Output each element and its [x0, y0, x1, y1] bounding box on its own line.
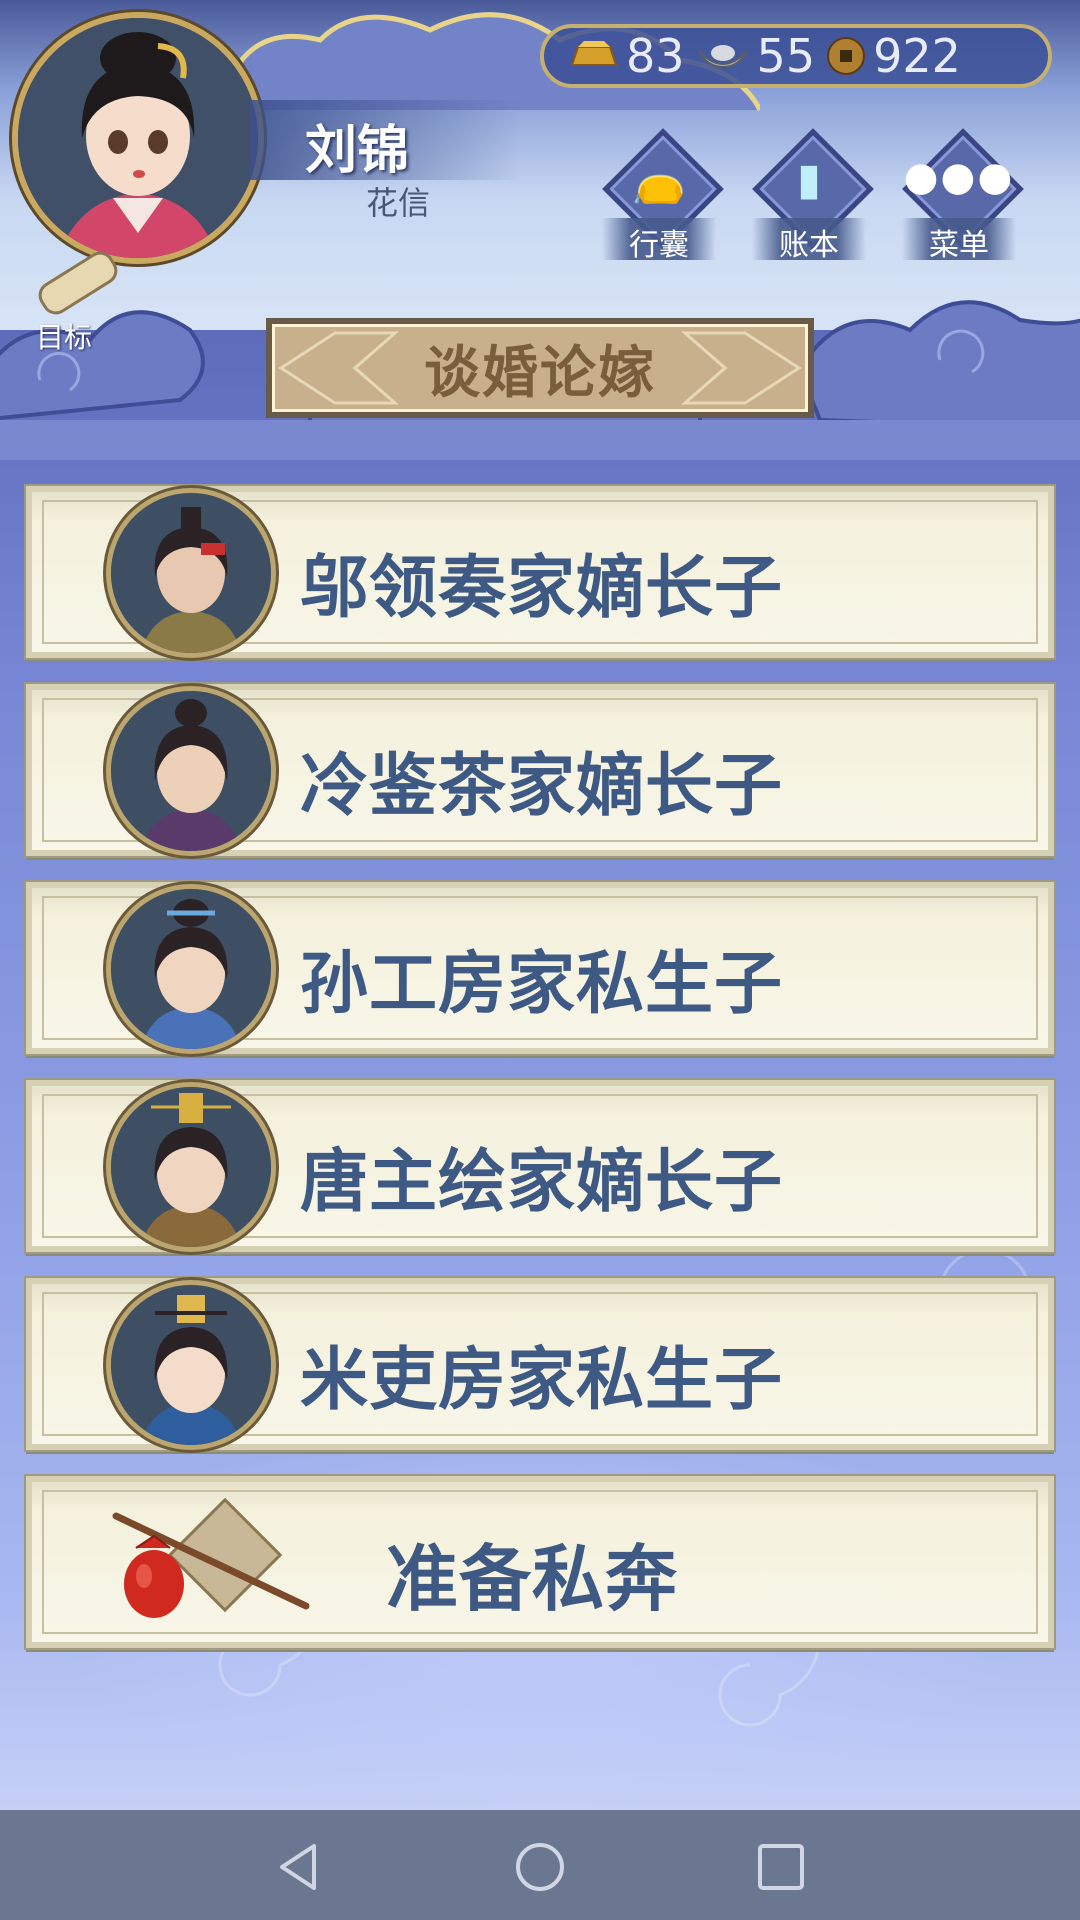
bag-button[interactable]: 👝 行囊 — [594, 128, 724, 263]
currency-bar: 83 55 922 — [540, 24, 1052, 88]
ledger-icon: ▮ — [796, 154, 822, 205]
elope-button[interactable]: 准备私奔 — [24, 1474, 1056, 1650]
back-icon[interactable] — [272, 1840, 326, 1894]
gold-bar-icon — [570, 41, 618, 66]
recents-icon[interactable] — [754, 1840, 808, 1894]
copper-currency: 922 — [825, 29, 961, 83]
candidate-portrait — [106, 686, 276, 856]
silver-amount: 55 — [756, 29, 816, 83]
candidate-name: 米吏房家私生子 — [300, 1341, 784, 1420]
copper-amount: 922 — [873, 29, 961, 83]
game-screen: 刘锦 花信 83 55 922 👝 行囊 ▮ 账本 ●●● 菜单 目标 谈婚论嫁… — [0, 0, 1080, 1810]
elope-label: 准备私奔 — [386, 1537, 679, 1621]
bag-icon: 👝 — [631, 155, 687, 206]
candidate-row[interactable]: 唐主绘家嫡长子 — [24, 1078, 1056, 1254]
candidate-name: 唐主绘家嫡长子 — [300, 1143, 784, 1222]
candidate-row[interactable]: 邬领奏家嫡长子 — [24, 484, 1056, 660]
menu-button[interactable]: ●●● 菜单 — [894, 128, 1024, 263]
player-portrait — [18, 18, 258, 258]
candidate-portrait — [106, 1280, 276, 1450]
candidate-name: 冷鉴茶家嫡长子 — [300, 747, 784, 826]
candidate-portrait — [106, 488, 276, 658]
ledger-label: 账本 — [779, 228, 839, 263]
candidate-portrait — [106, 1082, 276, 1252]
bag-label: 行囊 — [629, 228, 689, 263]
candidate-row[interactable]: 冷鉴茶家嫡长子 — [24, 682, 1056, 858]
copper-coin-icon — [827, 37, 866, 75]
silver-currency: 55 — [695, 29, 816, 83]
candidate-name: 孙工房家私生子 — [300, 945, 784, 1024]
system-nav-bar — [0, 1810, 1080, 1920]
ledger-button[interactable]: ▮ 账本 — [744, 128, 874, 263]
bundle-icon — [112, 1497, 310, 1618]
home-icon[interactable] — [513, 1840, 567, 1894]
screen-title-plaque: 谈婚论嫁 — [266, 318, 814, 418]
player-avatar[interactable] — [12, 12, 264, 264]
silver-ingot-icon — [697, 45, 748, 69]
candidate-portrait — [106, 884, 276, 1054]
goal-label: 目标 — [35, 321, 92, 354]
candidate-row[interactable]: 米吏房家私生子 — [24, 1276, 1056, 1452]
menu-label: 菜单 — [929, 228, 989, 263]
goal-button[interactable]: 目标 — [14, 246, 124, 356]
menu-dots-icon: ●●● — [903, 154, 1015, 200]
candidate-row[interactable]: 孙工房家私生子 — [24, 880, 1056, 1056]
player-name: 刘锦 — [305, 121, 410, 181]
player-title: 花信 — [366, 184, 431, 222]
plaque-ornament — [278, 331, 802, 405]
candidate-name: 邬领奏家嫡长子 — [300, 549, 784, 628]
gold-amount: 83 — [626, 29, 685, 83]
gold-currency: 83 — [564, 29, 685, 83]
